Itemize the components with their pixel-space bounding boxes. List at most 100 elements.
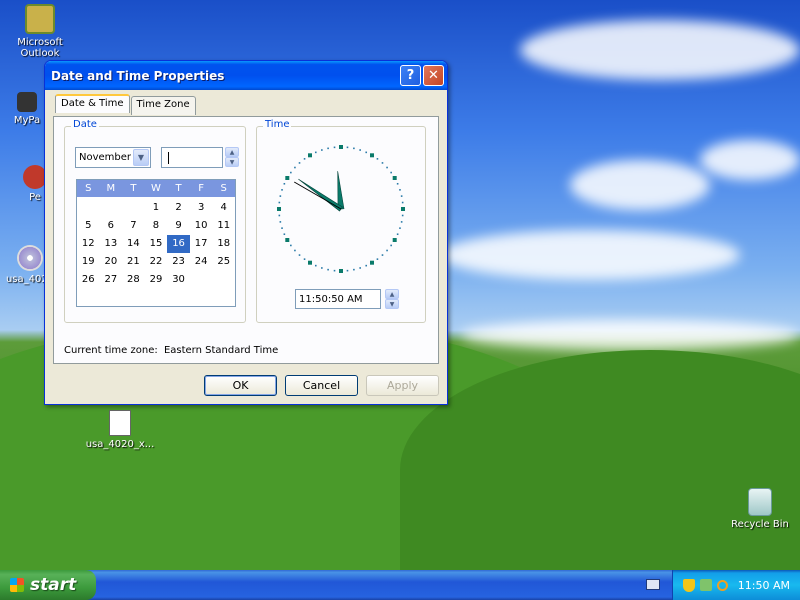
clock-minute-mark: [399, 227, 401, 229]
calendar-day[interactable]: 4: [212, 199, 235, 217]
date-time-properties-window: Date and Time Properties ? ✕ Date & Time…: [44, 60, 448, 405]
clock-minute-mark: [381, 162, 384, 164]
clock-minute-mark: [400, 221, 403, 223]
apply-button[interactable]: Apply: [366, 375, 439, 396]
clock-minute-mark: [294, 166, 296, 169]
weekday-label: M: [106, 183, 116, 194]
calendar-day[interactable]: 10: [190, 217, 213, 235]
calendar-day[interactable]: 18: [212, 235, 235, 253]
calendar: SMTWTFS 1 2 3 4 5 6 7 8 9 10 11 12 13 14 15 16 17 18 19 20 2…: [76, 179, 236, 307]
calendar-day[interactable]: 14: [122, 235, 145, 253]
chevron-down-icon[interactable]: ▼: [133, 149, 149, 166]
spin-down-icon[interactable]: ▼: [385, 299, 399, 309]
time-value: 11:50:50 AM: [299, 293, 363, 305]
calendar-day[interactable]: 15: [145, 235, 168, 253]
clock-minute-mark: [327, 268, 329, 271]
clock-minute-mark: [353, 268, 355, 271]
calendar-day[interactable]: 19: [77, 253, 100, 271]
cancel-button[interactable]: Cancel: [285, 375, 358, 396]
time-group-label: Time: [263, 119, 292, 130]
date-group-label: Date: [71, 119, 99, 130]
desktop-icon-usa-4020-file[interactable]: usa_4020_x...: [80, 410, 160, 450]
clock-minute-mark: [290, 171, 292, 174]
desktop-icon-label: Recycle Bin: [731, 519, 789, 530]
clock-minute-mark: [283, 182, 286, 185]
clock-minute-mark: [283, 233, 286, 236]
calendar-day[interactable]: 22: [145, 253, 168, 271]
clock-minute-mark: [298, 254, 301, 256]
desktop-icon-recycle-bin[interactable]: Recycle Bin: [720, 488, 800, 530]
calendar-day[interactable]: 24: [190, 253, 213, 271]
clock-minute-mark: [278, 201, 281, 204]
timezone-line: Current time zone: Eastern Standard Time: [64, 345, 278, 356]
title-bar[interactable]: Date and Time Properties ? ✕: [45, 61, 447, 90]
calendar-day[interactable]: 5: [77, 217, 100, 235]
month-dropdown[interactable]: November ▼: [75, 147, 151, 168]
calendar-day[interactable]: 11: [212, 217, 235, 235]
calendar-day[interactable]: 30: [167, 271, 190, 289]
year-input[interactable]: [161, 147, 223, 168]
keyboard-icon[interactable]: [646, 579, 660, 590]
clock-minute-mark: [365, 264, 368, 267]
clock-hour-mark: [370, 153, 374, 158]
calendar-day[interactable]: 13: [100, 235, 123, 253]
shield-icon[interactable]: [682, 578, 695, 592]
clock-hour-mark: [401, 207, 405, 211]
taskbar: start 11:50 AM: [0, 570, 800, 600]
clock-minute-mark: [333, 269, 336, 272]
calendar-day[interactable]: 6: [100, 217, 123, 235]
calendar-day[interactable]: 20: [100, 253, 123, 271]
clock-hour-mark: [392, 238, 397, 242]
time-input[interactable]: 11:50:50 AM: [295, 289, 381, 309]
calendar-day[interactable]: 8: [145, 217, 168, 235]
calendar-day[interactable]: 3: [190, 199, 213, 217]
calendar-day[interactable]: 2: [167, 199, 190, 217]
clock-minute-mark: [386, 166, 388, 169]
calendar-day[interactable]: 12: [77, 235, 100, 253]
calendar-day[interactable]: 1: [145, 199, 168, 217]
clock-minute-mark: [314, 151, 317, 154]
clock-second-hand: [293, 181, 342, 210]
calendar-day[interactable]: 25: [212, 253, 235, 271]
clock-minute-mark: [376, 158, 379, 160]
calendar-day[interactable]: 23: [167, 253, 190, 271]
calendar-day[interactable]: 7: [122, 217, 145, 235]
tab-time-zone[interactable]: Time Zone: [130, 96, 196, 115]
year-spinner[interactable]: ▲ ▼: [225, 147, 239, 167]
clock-minute-mark: [401, 201, 404, 204]
spin-down-icon[interactable]: ▼: [225, 157, 239, 167]
clock-hour-mark: [285, 176, 290, 180]
clock-minute-mark: [290, 244, 292, 247]
clock-minute-mark: [386, 249, 388, 252]
network-icon[interactable]: [699, 579, 712, 591]
calendar-day[interactable]: 16: [167, 235, 190, 253]
clock-minute-mark: [353, 147, 355, 150]
help-button[interactable]: ?: [400, 65, 421, 86]
clock-minute-mark: [321, 267, 323, 269]
calendar-day[interactable]: 26: [77, 271, 100, 289]
tab-date-time[interactable]: Date & Time: [55, 94, 130, 113]
search-icon[interactable]: [716, 579, 728, 591]
calendar-empty-cell: [100, 199, 123, 217]
clock-minute-mark: [321, 149, 323, 151]
spin-up-icon[interactable]: ▲: [225, 147, 239, 157]
calendar-day[interactable]: 29: [145, 271, 168, 289]
desktop-icon-outlook[interactable]: Microsoft Outlook: [0, 4, 80, 59]
clock-hour-mark: [370, 260, 374, 265]
spin-up-icon[interactable]: ▲: [385, 289, 399, 299]
time-spinner[interactable]: ▲ ▼: [385, 289, 399, 309]
clock-minute-mark: [381, 254, 384, 256]
clock-minute-mark: [279, 221, 282, 223]
calendar-day[interactable]: 28: [122, 271, 145, 289]
clock-minute-mark: [396, 233, 399, 236]
close-button[interactable]: ✕: [423, 65, 444, 86]
calendar-day[interactable]: 21: [122, 253, 145, 271]
start-button[interactable]: start: [0, 570, 96, 600]
ok-button[interactable]: OK: [204, 375, 277, 396]
document-icon: [109, 410, 131, 436]
desktop-icon-label: Microsoft Outlook: [17, 37, 63, 59]
calendar-day[interactable]: 9: [167, 217, 190, 235]
weekday-label: T: [175, 183, 182, 194]
calendar-day[interactable]: 17: [190, 235, 213, 253]
calendar-day[interactable]: 27: [100, 271, 123, 289]
